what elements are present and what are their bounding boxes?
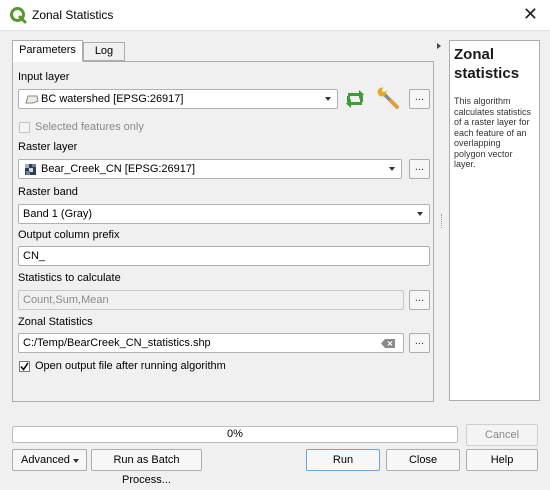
polygon-layer-icon <box>25 95 39 104</box>
raster-layer-browse-button[interactable]: ... <box>409 159 430 179</box>
prefix-label: Output column prefix <box>18 229 120 241</box>
chevron-down-icon <box>389 167 395 171</box>
advanced-label: Advanced <box>21 454 70 466</box>
wrench-icon[interactable] <box>376 86 402 112</box>
raster-layer-icon <box>25 164 36 175</box>
stats-input[interactable]: Count,Sum,Mean <box>18 290 404 310</box>
stats-label: Statistics to calculate <box>18 272 121 284</box>
qgis-icon <box>10 7 27 24</box>
tab-parameters[interactable]: Parameters <box>12 40 83 62</box>
raster-band-value: Band 1 (Gray) <box>23 208 93 220</box>
open-output-label: Open output file after running algorithm <box>35 360 226 372</box>
tab-log[interactable]: Log <box>83 42 125 61</box>
open-output-checkbox[interactable] <box>19 361 30 372</box>
input-layer-select[interactable]: BC watershed [EPSG:26917] <box>18 89 338 109</box>
output-file-value: C:/Temp/BearCreek_CN_statistics.shp <box>23 337 211 349</box>
raster-layer-value: Bear_Creek_CN [EPSG:26917] <box>41 163 196 175</box>
batch-process-button[interactable]: Run as Batch Process... <box>91 449 202 486</box>
output-file-input[interactable]: C:/Temp/BearCreek_CN_statistics.shp <box>18 333 404 353</box>
selected-only-checkbox[interactable] <box>19 122 30 133</box>
input-layer-browse-button[interactable]: ... <box>409 89 430 109</box>
output-browse-button[interactable]: ... <box>409 333 430 353</box>
close-icon[interactable]: ✕ <box>523 4 538 25</box>
cancel-button[interactable]: Cancel <box>466 424 538 446</box>
raster-band-select[interactable]: Band 1 (Gray) <box>18 204 430 224</box>
input-layer-value: BC watershed [EPSG:26917] <box>41 93 184 105</box>
raster-layer-select[interactable]: Bear_Creek_CN [EPSG:26917] <box>18 159 402 179</box>
help-text: This algorithm calculates statistics of … <box>454 96 532 169</box>
run-button[interactable]: Run <box>306 449 380 471</box>
clear-icon[interactable] <box>381 339 395 348</box>
collapse-arrow-icon[interactable] <box>436 42 442 50</box>
chevron-down-icon <box>417 212 423 216</box>
prefix-input[interactable]: CN_ <box>18 246 430 266</box>
chevron-down-icon <box>73 459 79 463</box>
raster-layer-label: Raster layer <box>18 141 78 153</box>
help-panel: Zonal statistics This algorithm calculat… <box>449 40 540 401</box>
splitter-handle[interactable] <box>441 214 445 228</box>
output-label: Zonal Statistics <box>18 316 93 328</box>
window-title: Zonal Statistics <box>32 8 114 22</box>
raster-band-label: Raster band <box>18 186 78 198</box>
input-layer-label: Input layer <box>18 71 70 83</box>
progress-bar: 0% <box>12 426 458 443</box>
dots-label: ... <box>414 335 425 347</box>
help-button[interactable]: Help <box>466 449 538 471</box>
selected-only-label: Selected features only <box>35 121 144 133</box>
title-bar: Zonal Statistics ✕ <box>0 0 550 31</box>
help-title: Zonal statistics <box>454 46 520 82</box>
iterate-icon[interactable] <box>343 87 367 111</box>
checkmark-icon <box>20 362 29 371</box>
advanced-button[interactable]: Advanced <box>12 449 87 471</box>
close-button[interactable]: Close <box>386 449 460 471</box>
chevron-down-icon <box>325 97 331 101</box>
progress-text: 0% <box>227 428 243 440</box>
stats-browse-button[interactable]: ... <box>409 290 430 310</box>
